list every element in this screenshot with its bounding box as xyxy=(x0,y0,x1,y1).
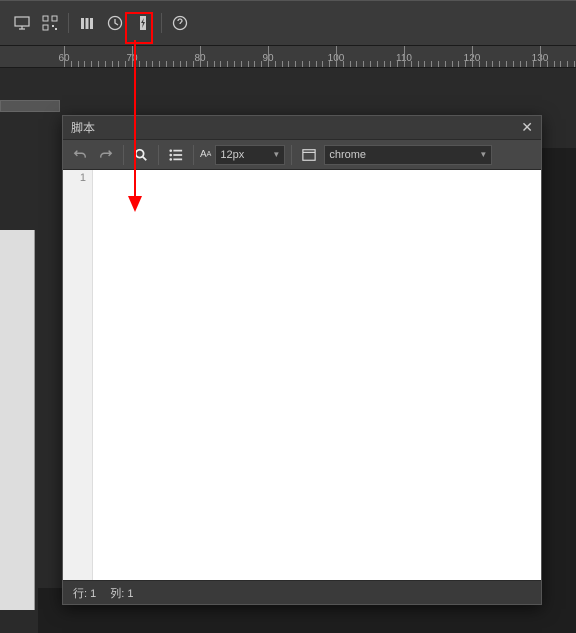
browser-value: chrome xyxy=(329,149,366,161)
bars-icon[interactable] xyxy=(75,11,99,35)
toolbar-separator xyxy=(123,145,124,165)
undo-button[interactable] xyxy=(69,144,91,166)
fontsize-icon: AA xyxy=(200,144,211,166)
panel-header[interactable]: 脚本 ✕ xyxy=(63,116,541,140)
left-panel xyxy=(0,230,35,610)
list-icon[interactable] xyxy=(165,144,187,166)
fontsize-value: 12px xyxy=(220,149,244,161)
script-panel: 脚本 ✕ AA 12px ▼ chrome ▼ 1 行: 1 列: 1 xyxy=(62,115,542,605)
toolbar-separator xyxy=(193,145,194,165)
status-col: 列: 1 xyxy=(110,585,133,601)
panel-toolbar: AA 12px ▼ chrome ▼ xyxy=(63,140,541,170)
help-icon[interactable] xyxy=(168,11,192,35)
panel-title: 脚本 xyxy=(71,119,95,136)
monitor-icon[interactable] xyxy=(10,11,34,35)
toolbar-separator xyxy=(158,145,159,165)
window-icon xyxy=(298,144,320,166)
line-number: 1 xyxy=(63,172,86,184)
script-bolt-icon[interactable] xyxy=(131,11,155,35)
browser-select[interactable]: chrome ▼ xyxy=(324,145,492,165)
timeline-ruler[interactable]: 60708090100110120130 xyxy=(0,46,576,68)
chevron-down-icon: ▼ xyxy=(479,150,487,159)
fontsize-select[interactable]: 12px ▼ xyxy=(215,145,285,165)
clock-icon[interactable] xyxy=(103,11,127,35)
panel-statusbar: 行: 1 列: 1 xyxy=(63,580,541,604)
chevron-down-icon: ▼ xyxy=(272,150,280,159)
top-toolbar xyxy=(0,0,576,46)
toolbar-separator xyxy=(68,13,69,33)
redo-button[interactable] xyxy=(95,144,117,166)
timeline-clip[interactable] xyxy=(0,100,60,112)
code-editor[interactable]: 1 xyxy=(63,170,541,580)
status-row: 行: 1 xyxy=(73,585,96,601)
search-icon[interactable] xyxy=(130,144,152,166)
toolbar-separator xyxy=(291,145,292,165)
line-gutter: 1 xyxy=(63,170,93,580)
close-icon[interactable]: ✕ xyxy=(521,119,533,136)
editor-content[interactable] xyxy=(93,170,541,580)
toolbar-separator xyxy=(161,13,162,33)
qr-icon[interactable] xyxy=(38,11,62,35)
